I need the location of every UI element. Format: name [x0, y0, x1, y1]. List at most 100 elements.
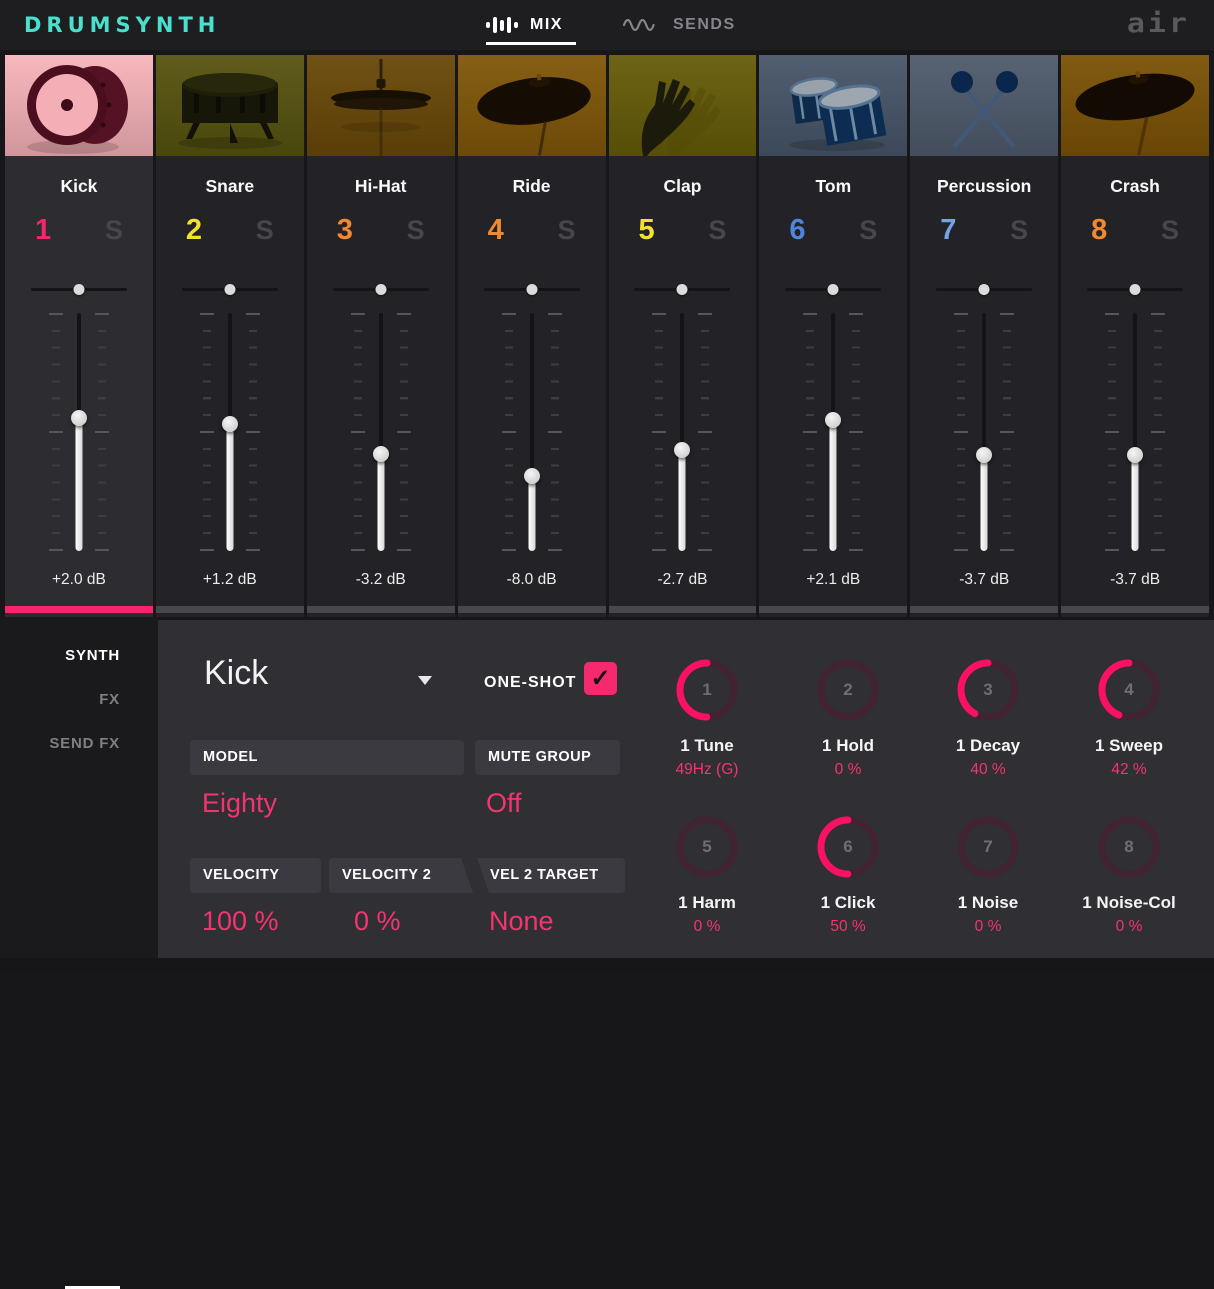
- fader-knob[interactable]: [221, 415, 238, 432]
- pan-slider[interactable]: [332, 283, 429, 295]
- fader-knob[interactable]: [674, 442, 691, 459]
- fader-knob[interactable]: [1127, 447, 1144, 464]
- crash-cymbal-image[interactable]: [1061, 55, 1209, 156]
- tab-send-fx[interactable]: SEND FX: [49, 735, 120, 752]
- solo-button[interactable]: S: [557, 213, 575, 247]
- channel-strip-snare[interactable]: Snare 2 S +1.2 dB: [155, 55, 304, 617]
- pan-slider[interactable]: [483, 283, 580, 295]
- strip-select-bar: [1061, 606, 1209, 613]
- velocity-value[interactable]: 100 %: [202, 906, 279, 937]
- fader-knob[interactable]: [523, 468, 540, 485]
- solo-button[interactable]: S: [1161, 213, 1179, 247]
- volume-fader[interactable]: [48, 313, 109, 551]
- editor-nav: SYNTH FX SEND FX: [0, 617, 158, 1289]
- volume-fader[interactable]: [199, 313, 260, 551]
- channel-name: Hi-Hat: [354, 176, 407, 196]
- strip-select-bar: [457, 606, 606, 613]
- knob-click[interactable]: 6 1 Click 50 %: [778, 814, 918, 936]
- solo-button[interactable]: S: [708, 213, 726, 247]
- channel-strip-ride[interactable]: Ride 4 S -8.0 dB: [457, 55, 606, 617]
- knob-noise-col[interactable]: 8 1 Noise-Col 0 %: [1059, 814, 1199, 936]
- instrument-dropdown[interactable]: Kick: [204, 654, 444, 704]
- solo-button[interactable]: S: [1010, 213, 1028, 247]
- volume-db-readout: +2.1 dB: [806, 571, 861, 588]
- knob-hold[interactable]: 2 1 Hold 0 %: [778, 657, 918, 779]
- ride-cymbal-image[interactable]: [457, 55, 606, 156]
- fader-knob[interactable]: [976, 447, 993, 464]
- knob-tune[interactable]: 1 1 Tune 49Hz (G): [637, 657, 777, 779]
- volume-fader[interactable]: [652, 313, 713, 551]
- pan-slider[interactable]: [634, 283, 731, 295]
- pan-slider[interactable]: [30, 283, 127, 295]
- pan-knob[interactable]: [676, 284, 688, 295]
- fader-knob[interactable]: [70, 409, 87, 426]
- pan-knob[interactable]: [526, 284, 538, 295]
- strip-select-bar: [759, 606, 908, 613]
- hihat-image[interactable]: [306, 55, 455, 156]
- volume-fader[interactable]: [1105, 313, 1166, 551]
- air-brand-logo: air: [1126, 7, 1190, 40]
- channel-strip-kick[interactable]: Kick 1 S +2.0 dB: [5, 55, 153, 617]
- knob-value: 0 %: [693, 918, 721, 935]
- solo-button[interactable]: S: [859, 213, 877, 247]
- pan-slider[interactable]: [1087, 283, 1184, 295]
- kick-drum-image[interactable]: [5, 55, 153, 156]
- pan-slider[interactable]: [936, 283, 1033, 295]
- channel-strip-tom[interactable]: Tom 6 S +2.1 dB: [759, 55, 908, 617]
- one-shot-label: ONE-SHOT: [484, 674, 577, 691]
- fader-knob[interactable]: [825, 412, 842, 429]
- bottom-edge: [0, 958, 1214, 973]
- channel-name: Snare: [205, 176, 255, 196]
- knob-decay[interactable]: 3 1 Decay 40 %: [918, 657, 1058, 779]
- pan-knob[interactable]: [1129, 284, 1141, 295]
- tab-fx[interactable]: FX: [99, 691, 120, 708]
- solo-button[interactable]: S: [105, 213, 123, 247]
- volume-db-readout: +1.2 dB: [202, 571, 257, 588]
- channel-number: 8: [1091, 214, 1108, 246]
- channel-strip-hihat[interactable]: Hi-Hat 3 S -3.2 dB: [306, 55, 455, 617]
- mute-group-value[interactable]: Off: [486, 788, 522, 819]
- knob-index: 6: [843, 837, 853, 856]
- pan-knob[interactable]: [827, 284, 839, 295]
- channel-strip-clap[interactable]: Clap 5 S -2.7 dB: [608, 55, 757, 617]
- channel-strip-percussion[interactable]: Percussion 7 S -3.7 dB: [910, 55, 1059, 617]
- instrument-name: Kick: [204, 654, 269, 692]
- toms-image[interactable]: [759, 55, 908, 156]
- fader-knob[interactable]: [372, 445, 389, 462]
- volume-fader[interactable]: [954, 313, 1015, 551]
- tab-synth[interactable]: SYNTH: [65, 647, 120, 664]
- knob-noise[interactable]: 7 1 Noise 0 %: [918, 814, 1058, 936]
- knob-sweep[interactable]: 4 1 Sweep 42 %: [1059, 657, 1199, 779]
- pan-slider[interactable]: [181, 283, 278, 295]
- one-shot-checkbox[interactable]: ✓: [584, 662, 617, 695]
- solo-button[interactable]: S: [407, 213, 425, 247]
- velocity2-field-label: VELOCITY 2: [329, 858, 473, 893]
- channel-strip-crash[interactable]: Crash 8 S -3.7 dB: [1061, 55, 1209, 617]
- clap-hands-image[interactable]: [608, 55, 757, 156]
- model-value[interactable]: Eighty: [202, 788, 277, 819]
- knob-label: 1 Harm: [678, 893, 736, 912]
- pan-slider[interactable]: [785, 283, 882, 295]
- velocity2-value[interactable]: 0 %: [354, 906, 401, 937]
- knob-index: 2: [843, 680, 853, 699]
- volume-fader[interactable]: [803, 313, 864, 551]
- channel-name: Kick: [60, 176, 98, 196]
- velocity-field-label: VELOCITY: [190, 858, 321, 893]
- strip-select-bar: [5, 606, 153, 613]
- pan-knob[interactable]: [224, 284, 236, 295]
- knob-label: 1 Sweep: [1094, 736, 1164, 755]
- tab-sends[interactable]: SENDS: [621, 0, 736, 50]
- pan-knob[interactable]: [375, 284, 387, 295]
- channel-name: Tom: [815, 176, 852, 196]
- pan-knob[interactable]: [73, 284, 85, 295]
- strip-select-bar: [608, 606, 757, 613]
- solo-button[interactable]: S: [256, 213, 274, 247]
- knob-label: 1 Hold: [822, 736, 874, 755]
- pan-knob[interactable]: [978, 284, 990, 295]
- volume-fader[interactable]: [501, 313, 562, 551]
- knob-harm[interactable]: 5 1 Harm 0 %: [637, 814, 777, 936]
- mallets-image[interactable]: [910, 55, 1059, 156]
- volume-fader[interactable]: [350, 313, 411, 551]
- snare-drum-image[interactable]: [155, 55, 304, 156]
- vel2-target-value[interactable]: None: [489, 906, 554, 937]
